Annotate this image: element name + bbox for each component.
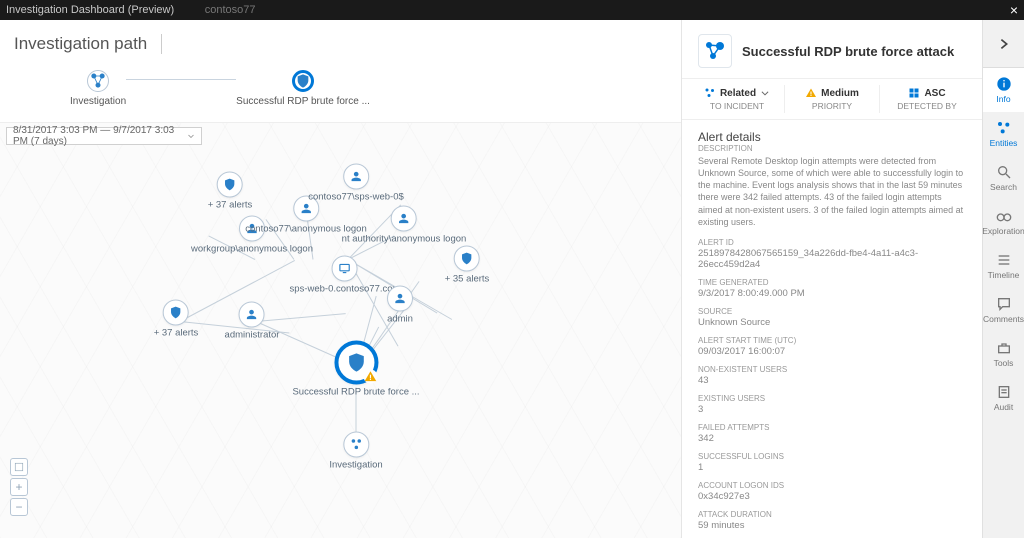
- node-spsweb-host[interactable]: sps-web-0.contoso77.com: [290, 256, 401, 295]
- detail-header: Successful RDP brute force attack: [682, 20, 982, 78]
- search-icon: [996, 164, 1012, 180]
- detail-title: Successful RDP brute force attack: [742, 44, 954, 59]
- field-value: Unknown Source: [698, 317, 966, 328]
- zoom-out-button[interactable]: −: [10, 498, 28, 516]
- investigation-graph[interactable]: 8/31/2017 3:03 PM — 9/7/2017 3:03 PM (7 …: [0, 123, 681, 538]
- close-icon[interactable]: ×: [1010, 3, 1018, 17]
- chevron-down-icon: [187, 131, 195, 141]
- info-icon: [996, 76, 1012, 92]
- node-alerts-35[interactable]: + 35 alerts: [445, 246, 490, 285]
- window-titlebar: Investigation Dashboard (Preview) contos…: [0, 0, 1024, 20]
- details-heading: Alert details: [698, 130, 966, 144]
- windows-icon: [908, 87, 920, 99]
- node-alerts-37b[interactable]: + 37 alerts: [154, 300, 199, 339]
- priority-indicator: Medium PRIORITY: [785, 85, 880, 113]
- field-value: 59 minutes: [698, 520, 966, 531]
- field-label: TIME GENERATED: [698, 278, 966, 287]
- detail-field: ACCOUNT LOGON IDS0x34c927e3: [698, 481, 966, 502]
- detail-field: FAILED ATTEMPTS342: [698, 423, 966, 444]
- field-value: 43: [698, 375, 966, 386]
- binoculars-icon: [996, 208, 1012, 224]
- related-icon: [704, 87, 716, 99]
- detail-field: NON-EXISTENT USERS43: [698, 365, 966, 386]
- field-label: NON-EXISTENT USERS: [698, 365, 966, 374]
- detail-field: EXISTING USERS3: [698, 394, 966, 415]
- breadcrumb-investigation[interactable]: Investigation: [70, 70, 126, 107]
- detected-by-indicator: ASC DETECTED BY: [880, 85, 974, 113]
- audit-icon: [996, 384, 1012, 400]
- alert-description: Several Remote Desktop login attempts we…: [698, 155, 966, 228]
- comments-icon: [996, 296, 1012, 312]
- side-tab-search[interactable]: Search: [983, 156, 1024, 200]
- field-value: 3: [698, 404, 966, 415]
- side-tab-info[interactable]: Info: [983, 68, 1024, 112]
- zoom-controls: + −: [10, 456, 28, 516]
- warning-icon: [805, 87, 817, 99]
- node-brute-force-alert[interactable]: Successful RDP brute force ...: [292, 341, 419, 398]
- field-label: ACCOUNT LOGON IDS: [698, 481, 966, 490]
- page-title: Investigation path: [14, 34, 162, 54]
- chevron-down-icon: [760, 88, 770, 98]
- expand-panel-button[interactable]: [983, 20, 1024, 68]
- side-tab-tools[interactable]: Tools: [983, 332, 1024, 376]
- detail-field: ALERT ID2518978428067565159_34a226dd-fbe…: [698, 238, 966, 270]
- node-spsweb0s[interactable]: contoso77\sps-web-0$: [308, 164, 404, 203]
- field-label: ALERT START TIME (UTC): [698, 336, 966, 345]
- node-investigation[interactable]: Investigation: [329, 432, 382, 471]
- titlebar-left: Investigation Dashboard (Preview) contos…: [6, 4, 255, 16]
- field-value: 0x34c927e3: [698, 491, 966, 502]
- detail-field: ALERT START TIME (UTC)09/03/2017 16:00:0…: [698, 336, 966, 357]
- field-label: SUCCESSFUL LOGINS: [698, 452, 966, 461]
- path-header: Investigation path Investigation Success…: [0, 20, 681, 123]
- time-range-picker[interactable]: 8/31/2017 3:03 PM — 9/7/2017 3:03 PM (7 …: [6, 127, 202, 145]
- shield-icon: [698, 34, 732, 68]
- field-value: 9/3/2017 8:00:49.000 PM: [698, 288, 966, 299]
- field-value: 342: [698, 433, 966, 444]
- detail-field: ATTACK DURATION59 minutes: [698, 510, 966, 531]
- detail-field: SOURCEUnknown Source: [698, 307, 966, 328]
- field-label: SOURCE: [698, 307, 966, 316]
- related-dropdown[interactable]: Related TO INCIDENT: [690, 85, 785, 113]
- field-label: ATTACK DURATION: [698, 510, 966, 519]
- field-label: EXISTING USERS: [698, 394, 966, 403]
- node-administrator[interactable]: administrator: [225, 302, 280, 341]
- warning-icon: [363, 370, 377, 384]
- field-value: 2518978428067565159_34a226dd-fbe4-4a11-a…: [698, 248, 966, 270]
- side-strip: Info Entities Search Exploration Timelin…: [982, 20, 1024, 538]
- side-tab-entities[interactable]: Entities: [983, 112, 1024, 156]
- node-admin[interactable]: admin: [387, 286, 413, 325]
- field-value: 1: [698, 462, 966, 473]
- node-ntauth[interactable]: nt authority\anonymous logon: [342, 206, 467, 245]
- chevron-right-icon: [997, 37, 1011, 51]
- toolbox-icon: [996, 340, 1012, 356]
- zoom-fit-button[interactable]: [10, 458, 28, 476]
- zoom-in-button[interactable]: +: [10, 478, 28, 496]
- side-tab-comments[interactable]: Comments: [983, 288, 1024, 332]
- entities-icon: [996, 120, 1012, 136]
- field-label: ALERT ID: [698, 238, 966, 247]
- side-tab-exploration[interactable]: Exploration: [983, 200, 1024, 244]
- breadcrumb-alert[interactable]: Successful RDP brute force ...: [236, 70, 370, 107]
- field-label: FAILED ATTEMPTS: [698, 423, 966, 432]
- side-tab-audit[interactable]: Audit: [983, 376, 1024, 420]
- detail-field: SUCCESSFUL LOGINS1: [698, 452, 966, 473]
- field-value: 09/03/2017 16:00:07: [698, 346, 966, 357]
- timeline-icon: [996, 252, 1012, 268]
- side-tab-timeline[interactable]: Timeline: [983, 244, 1024, 288]
- detail-field: TIME GENERATED9/3/2017 8:00:49.000 PM: [698, 278, 966, 299]
- detail-meta: Related TO INCIDENT Medium PRIORITY A: [682, 78, 982, 120]
- alert-details-panel: Alert details DESCRIPTION Several Remote…: [682, 120, 982, 538]
